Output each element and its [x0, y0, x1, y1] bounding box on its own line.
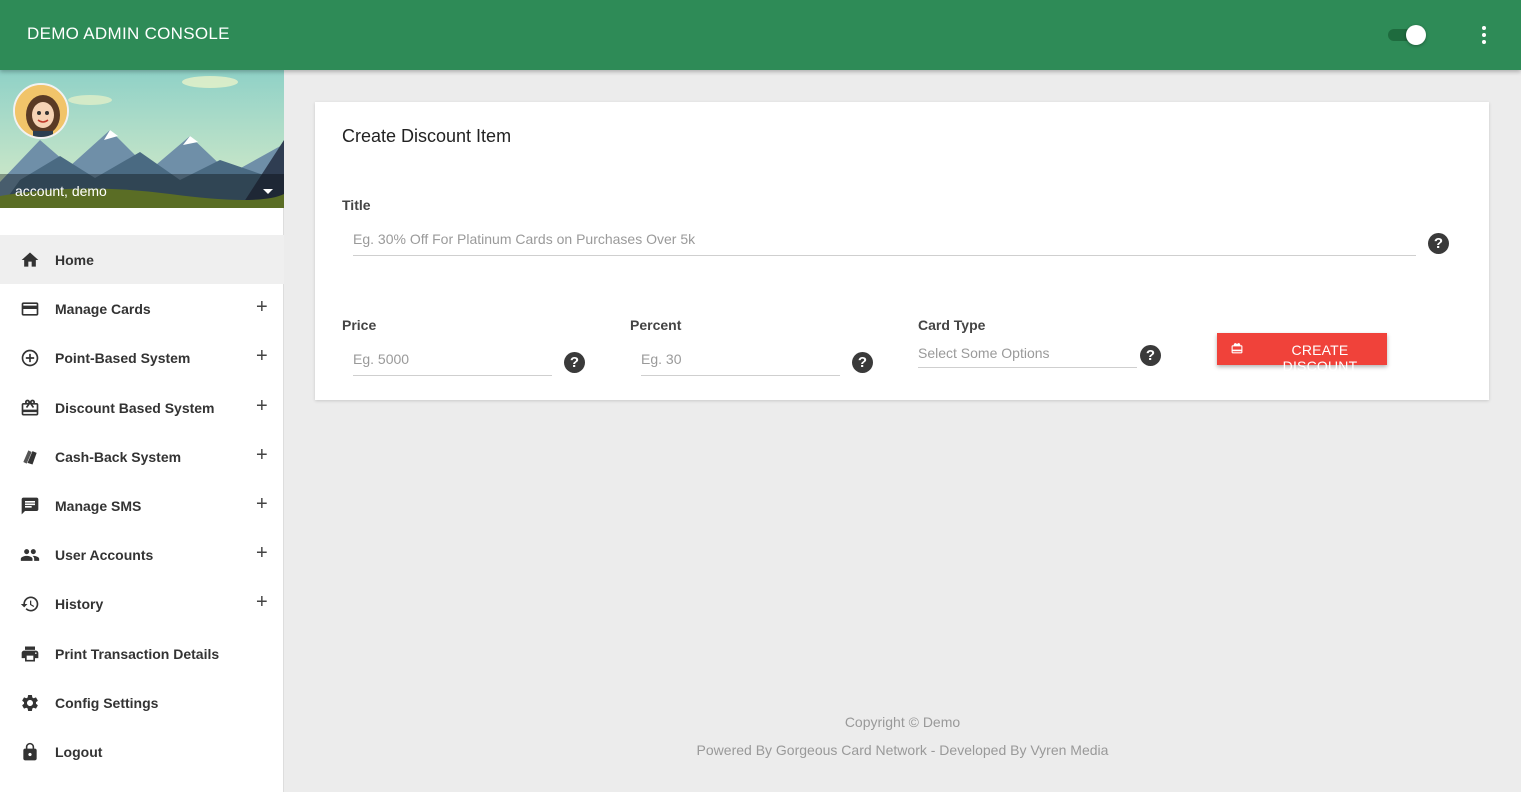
footer-powered-by: Powered By Gorgeous Card Network - Devel… — [696, 742, 1109, 758]
expand-plus-icon[interactable]: + — [256, 297, 268, 317]
expand-plus-icon[interactable]: + — [256, 592, 268, 612]
help-icon[interactable]: ? — [1428, 233, 1449, 254]
sidebar-item-manage-sms[interactable]: Manage SMS + — [0, 481, 284, 530]
sidebar-item-label: Point-Based System — [55, 350, 191, 367]
expand-plus-icon[interactable]: + — [256, 396, 268, 416]
printer-icon — [21, 646, 39, 661]
sidebar-item-label: Logout — [55, 743, 103, 760]
sidebar-item-logout[interactable]: Logout — [0, 727, 284, 776]
account-name: account, demo — [15, 183, 107, 199]
people-icon — [20, 549, 40, 561]
message-icon — [21, 497, 39, 515]
history-icon — [20, 596, 39, 612]
home-icon — [21, 252, 39, 267]
sidebar-item-history[interactable]: History + — [0, 579, 284, 628]
sidebar-item-print-transaction-details[interactable]: Print Transaction Details — [0, 629, 284, 678]
sidebar-item-point-based-system[interactable]: Point-Based System + — [0, 333, 284, 382]
title-field-label: Title — [342, 197, 371, 213]
app-title: DEMO ADMIN CONSOLE — [27, 24, 230, 43]
sidebar-item-home[interactable]: Home — [0, 235, 284, 285]
expand-plus-icon[interactable]: + — [256, 494, 268, 514]
caret-down-icon — [263, 189, 273, 194]
price-input[interactable] — [353, 350, 552, 376]
sidebar-item-discount-based-system[interactable]: Discount Based System + — [0, 383, 284, 432]
sidebar-item-label: Discount Based System — [55, 399, 215, 416]
percent-input[interactable] — [641, 350, 840, 376]
credit-card-icon — [21, 302, 39, 316]
price-field-label: Price — [342, 317, 377, 333]
card-type-select[interactable]: Select Some Options — [918, 345, 1137, 368]
sidebar-item-label: Print Transaction Details — [55, 645, 220, 662]
create-discount-label: CREATE DISCOUNT — [1282, 342, 1358, 374]
sidebar-item-label: Manage Cards — [55, 301, 151, 318]
avatar[interactable] — [13, 83, 69, 139]
help-icon[interactable]: ? — [564, 352, 585, 373]
toggle-knob — [1406, 25, 1426, 45]
cash-icon — [23, 450, 37, 465]
lock-icon — [23, 742, 37, 761]
page-title: Create Discount Item — [342, 126, 512, 146]
sidebar-item-label: User Accounts — [55, 547, 154, 564]
sidebar: account, demo Home Manage Cards + Point-… — [0, 70, 284, 792]
sidebar-item-label: Cash-Back System — [55, 448, 182, 465]
more-vert-icon[interactable] — [1474, 24, 1494, 46]
gift-card-icon — [1231, 343, 1243, 354]
top-app-bar: DEMO ADMIN CONSOLE — [0, 0, 1521, 70]
sidebar-header: account, demo — [0, 70, 284, 208]
help-icon[interactable]: ? — [852, 352, 873, 373]
sidebar-nav: Home Manage Cards + Point-Based System +… — [0, 235, 284, 776]
footer-copyright: Copyright © Demo — [844, 714, 961, 730]
sidebar-item-cash-back-system[interactable]: Cash-Back System + — [0, 432, 284, 481]
gear-icon — [22, 694, 38, 711]
sidebar-item-label: Config Settings — [55, 694, 159, 711]
account-switcher[interactable]: account, demo — [0, 174, 284, 208]
expand-plus-icon[interactable]: + — [256, 445, 268, 465]
sidebar-item-user-accounts[interactable]: User Accounts + — [0, 530, 284, 579]
expand-plus-icon[interactable]: + — [256, 543, 268, 563]
sidebar-item-label: History — [55, 596, 104, 613]
expand-plus-icon[interactable]: + — [256, 346, 268, 366]
theme-toggle[interactable] — [1388, 25, 1428, 45]
sidebar-item-label: Home — [55, 252, 94, 268]
sidebar-item-manage-cards[interactable]: Manage Cards + — [0, 284, 284, 333]
sidebar-item-config-settings[interactable]: Config Settings — [0, 678, 284, 727]
sidebar-item-label: Manage SMS — [55, 497, 142, 514]
create-discount-card: Create Discount Item Title ? Price ? Per… — [315, 102, 1489, 400]
title-input[interactable] — [353, 230, 1416, 256]
help-icon[interactable]: ? — [1140, 345, 1161, 366]
card-type-field-label: Card Type — [918, 317, 986, 333]
create-discount-button[interactable]: CREATE DISCOUNT — [1217, 333, 1387, 374]
percent-field-label: Percent — [630, 317, 682, 333]
add-circle-icon — [21, 350, 39, 367]
gift-card-icon — [21, 399, 39, 416]
